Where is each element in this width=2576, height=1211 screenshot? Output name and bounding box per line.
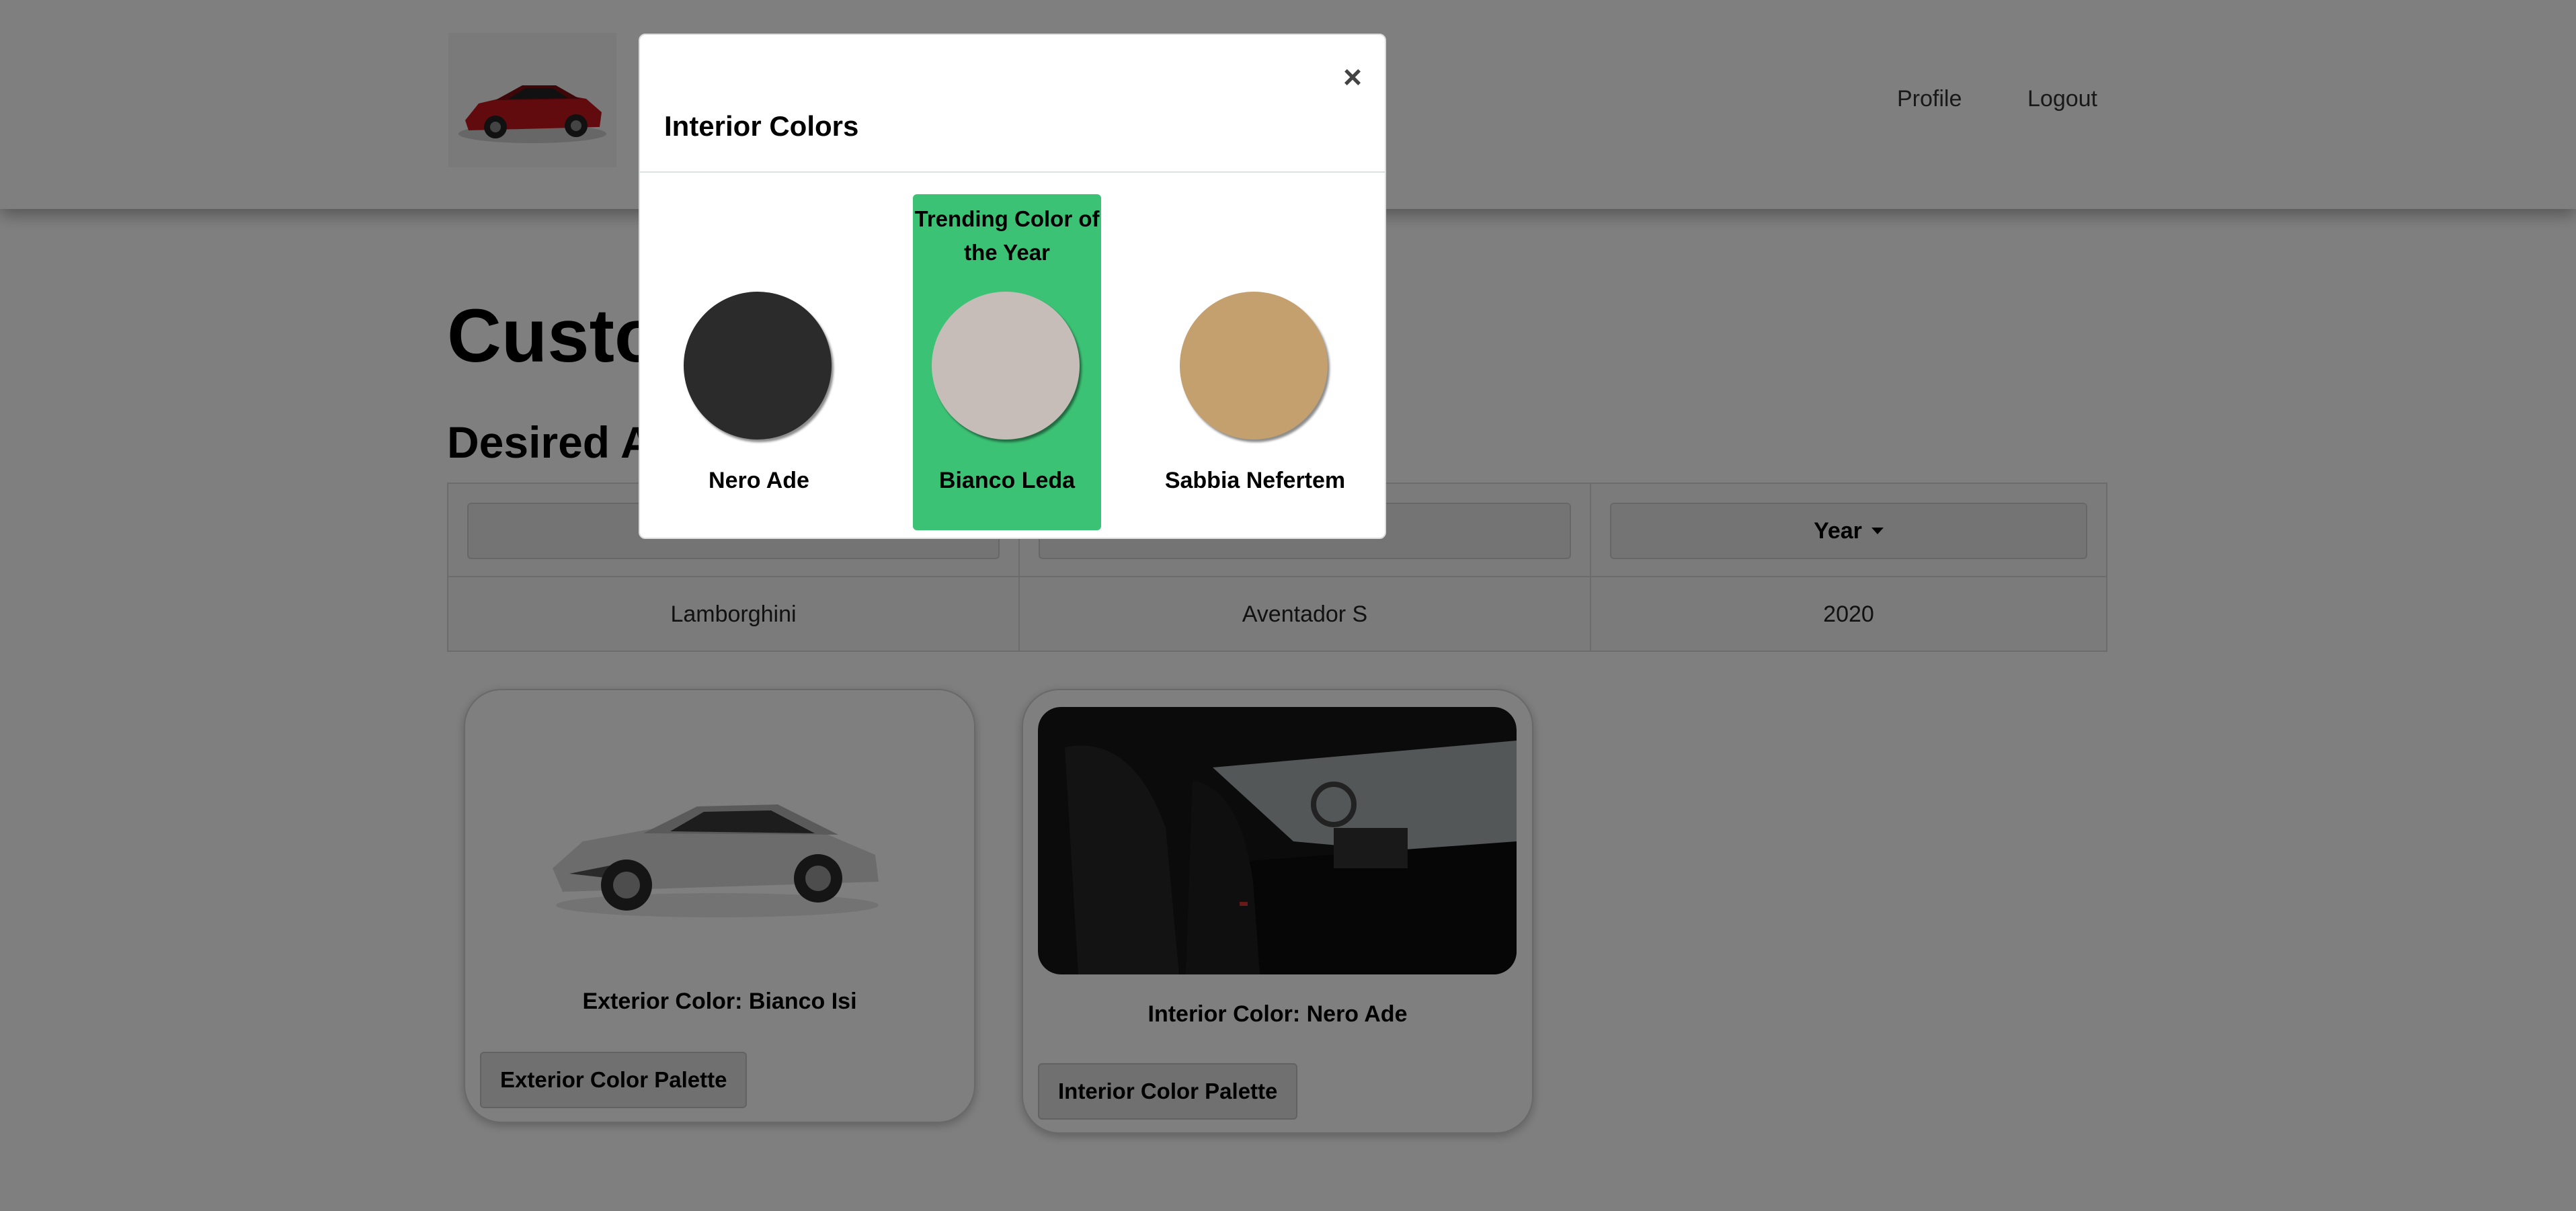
color-option[interactable]: Nero Ade — [665, 194, 853, 530]
trending-label: Trending Color of the Year — [914, 206, 1100, 265]
color-swatch-bianco-leda[interactable] — [932, 292, 1080, 440]
color-name: Bianco Leda — [938, 468, 1076, 493]
modal-title: Interior Colors — [664, 110, 859, 142]
color-swatch-sabbia-nefertem[interactable] — [1180, 292, 1328, 440]
color-name: Sabbia Nefertem — [1164, 468, 1346, 493]
color-swatch-nero-ade[interactable] — [684, 292, 832, 440]
close-icon[interactable]: × — [1343, 62, 1362, 94]
color-name: Nero Ade — [709, 468, 809, 493]
color-option-trending[interactable]: Trending Color of the Year Bianco Leda — [913, 194, 1101, 530]
modal-header: Interior Colors × — [640, 35, 1385, 173]
interior-colors-modal: Interior Colors × Nero Ade Trending Colo… — [639, 34, 1386, 539]
color-option[interactable]: Sabbia Nefertem — [1161, 194, 1349, 530]
